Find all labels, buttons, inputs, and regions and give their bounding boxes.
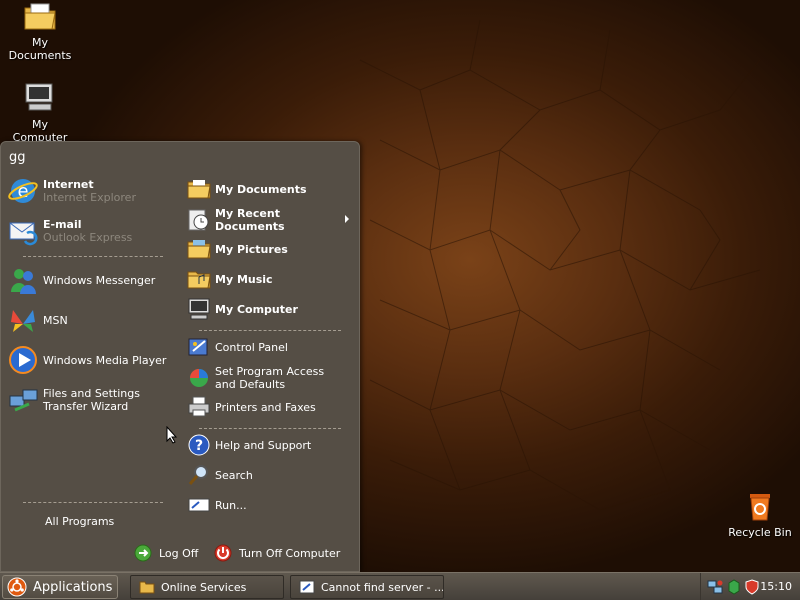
transfer-wizard-icon bbox=[9, 389, 38, 412]
desktop-icon-my-documents[interactable]: My Documents bbox=[0, 0, 80, 62]
start-item-windows-messenger[interactable]: Windows Messenger bbox=[7, 264, 155, 296]
taskbar-button-online-services[interactable]: Online Services bbox=[130, 575, 284, 599]
recycle-bin-icon bbox=[750, 494, 770, 521]
program-access-icon bbox=[190, 369, 208, 387]
start-item-my-documents[interactable]: My Documents bbox=[187, 177, 307, 201]
recent-documents-icon bbox=[188, 209, 209, 231]
separator bbox=[199, 330, 341, 331]
start-item-transfer-wizard[interactable]: Files and Settings Transfer Wizard bbox=[7, 384, 140, 416]
messenger-icon bbox=[11, 269, 36, 294]
folder-music-icon bbox=[187, 271, 211, 289]
start-item-internet[interactable]: e Internet Internet Explorer bbox=[7, 175, 136, 207]
start-item-my-recent-documents[interactable]: My Recent Documents bbox=[187, 207, 285, 233]
computer-icon bbox=[25, 83, 53, 111]
item-title: Internet bbox=[43, 178, 94, 191]
turn-off-label: Turn Off Computer bbox=[239, 546, 341, 560]
start-item-my-computer[interactable]: My Computer bbox=[187, 297, 298, 321]
folder-pictures-icon bbox=[187, 240, 211, 259]
power-icon bbox=[214, 544, 232, 562]
item-label: Run... bbox=[215, 498, 247, 512]
outlook-express-icon bbox=[9, 222, 38, 246]
start-item-program-access[interactable]: Set Program Access and Defaults bbox=[187, 365, 324, 391]
browser-window-icon bbox=[299, 580, 315, 594]
item-label: MSN bbox=[43, 313, 68, 327]
start-item-printers-faxes[interactable]: Printers and Faxes bbox=[187, 395, 316, 419]
item-label: Windows Media Player bbox=[43, 353, 167, 367]
submenu-arrow-icon bbox=[345, 215, 349, 223]
svg-text:?: ? bbox=[195, 438, 203, 454]
item-label: Set Program Access and Defaults bbox=[215, 365, 325, 391]
start-item-run[interactable]: Run... bbox=[187, 493, 247, 517]
item-label: My Documents bbox=[215, 182, 307, 196]
run-icon bbox=[188, 498, 210, 512]
media-player-icon bbox=[9, 346, 37, 374]
printer-icon bbox=[188, 396, 210, 417]
item-label: Help and Support bbox=[215, 438, 312, 452]
all-programs-button[interactable]: All Programs bbox=[45, 515, 114, 528]
ubuntu-logo-icon bbox=[7, 577, 27, 597]
security-shield-icon[interactable] bbox=[745, 579, 759, 595]
help-icon: ? bbox=[188, 434, 210, 456]
log-off-button[interactable]: Log Off bbox=[133, 543, 198, 563]
start-item-email[interactable]: E-mail Outlook Express bbox=[7, 215, 132, 247]
item-label: Printers and Faxes bbox=[215, 400, 316, 414]
item-label: My Computer bbox=[215, 302, 298, 316]
update-icon[interactable] bbox=[727, 579, 741, 595]
separator bbox=[23, 256, 163, 257]
separator bbox=[199, 428, 341, 429]
item-label: Windows Messenger bbox=[43, 273, 156, 287]
desktop-icon-label: My Documents bbox=[8, 36, 72, 62]
item-label: Search bbox=[215, 468, 253, 482]
log-off-icon bbox=[134, 544, 152, 562]
task-label: Cannot find server - ... bbox=[321, 580, 444, 594]
applications-button[interactable]: Applications bbox=[2, 575, 118, 599]
start-item-my-music[interactable]: My Music bbox=[187, 267, 273, 291]
internet-explorer-icon: e bbox=[8, 179, 38, 203]
item-label: My Music bbox=[215, 272, 273, 286]
network-icon[interactable] bbox=[707, 579, 723, 595]
desktop-icon-label: Recycle Bin bbox=[728, 526, 792, 539]
task-label: Online Services bbox=[161, 580, 247, 594]
taskbar: Applications Online Services Cannot find… bbox=[0, 572, 800, 600]
start-menu: gg e Internet Internet Explorer E-mail O… bbox=[0, 141, 360, 572]
item-label: Control Panel bbox=[215, 340, 288, 354]
search-icon bbox=[188, 465, 208, 485]
separator bbox=[23, 502, 163, 503]
turn-off-button[interactable]: Turn Off Computer bbox=[213, 543, 340, 563]
item-subtitle: Internet Explorer bbox=[43, 191, 136, 204]
desktop-icon-recycle-bin[interactable]: Recycle Bin bbox=[720, 490, 800, 539]
start-item-my-pictures[interactable]: My Pictures bbox=[187, 237, 288, 261]
start-item-help-support[interactable]: ? Help and Support bbox=[187, 433, 311, 457]
desktop-icon-my-computer[interactable]: My Computer bbox=[0, 82, 80, 144]
applications-label: Applications bbox=[33, 579, 113, 595]
start-item-control-panel[interactable]: Control Panel bbox=[187, 335, 288, 359]
item-label: My Recent Documents bbox=[215, 207, 285, 233]
msn-butterfly-icon bbox=[11, 310, 35, 332]
mouse-cursor-icon bbox=[166, 426, 178, 444]
log-off-label: Log Off bbox=[159, 546, 199, 560]
item-title: E-mail bbox=[43, 218, 82, 231]
start-item-msn[interactable]: MSN bbox=[7, 304, 68, 336]
folder-icon bbox=[139, 581, 155, 594]
taskbar-button-browser[interactable]: Cannot find server - ... bbox=[290, 575, 444, 599]
start-item-windows-media-player[interactable]: Windows Media Player bbox=[7, 344, 166, 376]
folder-documents-icon bbox=[187, 180, 211, 199]
user-name: gg bbox=[9, 150, 26, 165]
clock: 15:10 bbox=[760, 580, 792, 593]
control-panel-icon bbox=[188, 338, 208, 356]
item-label: My Pictures bbox=[215, 242, 288, 256]
item-label: Files and Settings Transfer Wizard bbox=[43, 387, 140, 413]
computer-icon bbox=[188, 298, 210, 320]
folder-documents-icon bbox=[24, 3, 56, 30]
item-subtitle: Outlook Express bbox=[43, 231, 133, 244]
start-item-search[interactable]: Search bbox=[187, 463, 253, 487]
